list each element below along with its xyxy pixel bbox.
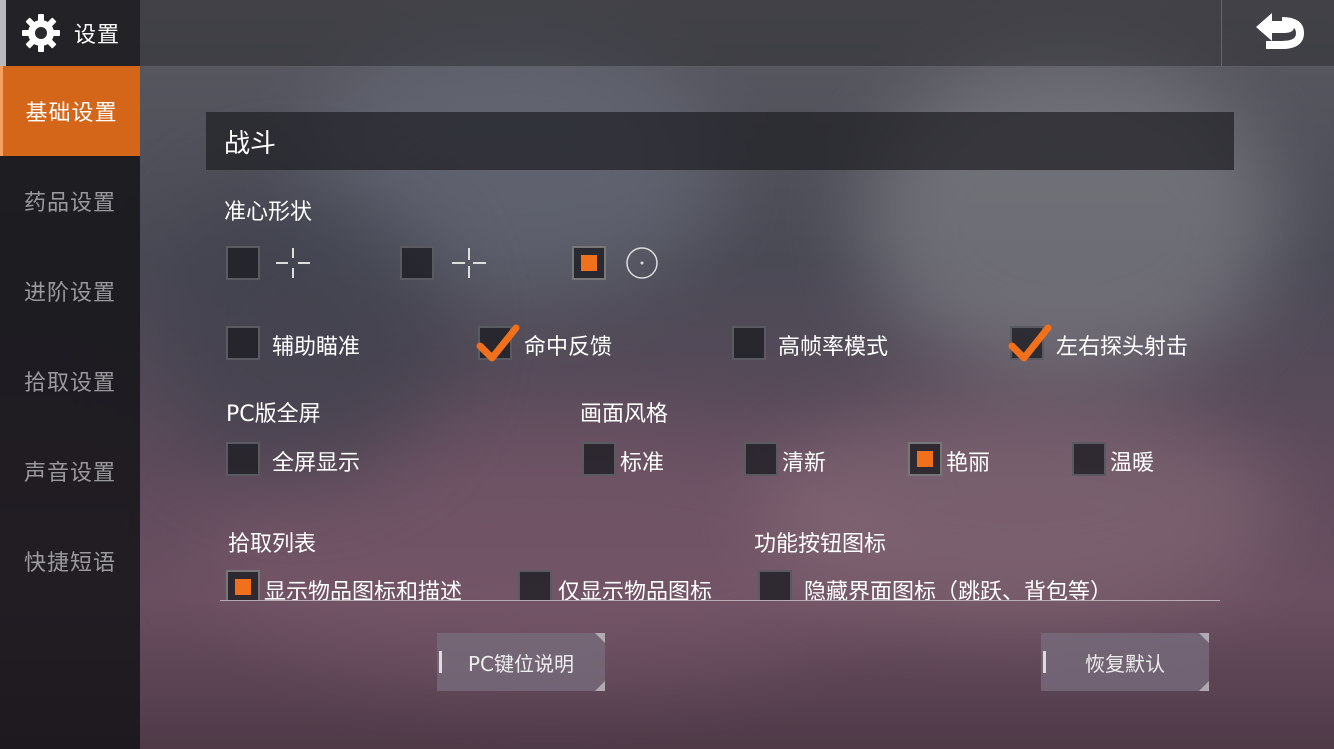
checkmark-icon <box>476 324 520 362</box>
sidebar-item-label: 拾取设置 <box>23 371 116 396</box>
lean-fire-label: 左右探头射击 <box>1056 335 1189 360</box>
settings-sidebar: 基础设置 药品设置 进阶设置 拾取设置 声音设置 快捷短语 <box>0 66 140 749</box>
back-arrow-icon <box>1252 9 1305 57</box>
top-bar: 设置 <box>0 0 1334 67</box>
sidebar-item-label: 声音设置 <box>23 461 116 486</box>
pc-keys-label: PC键位说明 <box>467 651 575 676</box>
function-icons-label: 功能按钮图标 <box>754 532 887 557</box>
settings-content: 战斗 准心形状 辅助瞄准 命中反馈 高帧率模式 左右探头射击 PC版全屏 全屏显… <box>140 66 1334 749</box>
pc-fullscreen-label: PC版全屏 <box>226 402 321 427</box>
style-warm-label: 温暖 <box>1110 451 1155 476</box>
sidebar-item-pickup[interactable]: 拾取设置 <box>0 336 140 426</box>
reset-default-label: 恢复默认 <box>1085 651 1165 676</box>
pickup-icon-only-label: 仅显示物品图标 <box>558 580 713 601</box>
crosshair-option-2-checkbox[interactable] <box>400 246 434 280</box>
high-fps-checkbox[interactable] <box>732 326 766 360</box>
sidebar-item-label: 基础设置 <box>25 101 118 126</box>
aim-assist-label: 辅助瞄准 <box>272 335 361 360</box>
crosshair-option-1-checkbox[interactable] <box>226 246 260 280</box>
sidebar-item-label: 快捷短语 <box>23 551 116 576</box>
sidebar-item-label: 进阶设置 <box>23 281 116 306</box>
sidebar-item-medicine[interactable]: 药品设置 <box>0 156 140 246</box>
pc-keys-button[interactable]: PC键位说明 <box>437 633 605 691</box>
checkmark-icon <box>1008 324 1052 362</box>
style-vivid-checkbox[interactable] <box>908 442 942 476</box>
fullscreen-option-label: 全屏显示 <box>272 451 361 476</box>
style-vivid-label: 艳丽 <box>946 451 991 476</box>
aim-assist-checkbox[interactable] <box>226 326 260 360</box>
gear-icon <box>20 12 62 54</box>
hit-feedback-label: 命中反馈 <box>524 335 613 360</box>
page-title: 设置 <box>74 23 121 48</box>
visual-style-label: 画面风格 <box>580 402 669 427</box>
settings-title-tab: 设置 <box>0 0 140 66</box>
sidebar-item-label: 药品设置 <box>23 191 116 216</box>
style-standard-checkbox[interactable] <box>582 442 616 476</box>
hide-ui-icons-label: 隐藏界面图标（跳跃、背包等） <box>804 580 1113 601</box>
style-warm-checkbox[interactable] <box>1072 442 1106 476</box>
hide-ui-icons-checkbox[interactable] <box>758 570 792 600</box>
crosshair-cross-icon <box>450 246 490 284</box>
fullscreen-checkbox[interactable] <box>226 442 260 476</box>
style-standard-label: 标准 <box>620 451 665 476</box>
pickup-show-icon-desc-label: 显示物品图标和描述 <box>264 580 463 601</box>
settings-scroll-area[interactable]: 显示物品图标和描述 仅显示物品图标 隐藏界面图标（跳跃、背包等） <box>220 566 1220 601</box>
section-title: 战斗 <box>224 128 277 159</box>
pickup-icon-only-checkbox[interactable] <box>518 570 552 600</box>
crosshair-label: 准心形状 <box>224 200 313 225</box>
style-fresh-label: 清新 <box>782 451 827 476</box>
sidebar-item-sound[interactable]: 声音设置 <box>0 426 140 516</box>
crosshair-gap-icon <box>274 246 314 284</box>
pickup-list-label: 拾取列表 <box>228 532 317 557</box>
crosshair-dot-circle-icon <box>624 246 660 284</box>
hit-feedback-checkbox[interactable] <box>476 324 520 362</box>
section-header-combat: 战斗 <box>206 112 1234 170</box>
pickup-show-icon-desc-checkbox[interactable] <box>226 570 260 600</box>
sidebar-item-quick-chat[interactable]: 快捷短语 <box>0 516 140 606</box>
lean-fire-checkbox[interactable] <box>1008 324 1052 362</box>
crosshair-option-3-checkbox[interactable] <box>572 246 606 280</box>
sidebar-item-basic[interactable]: 基础设置 <box>0 66 140 156</box>
style-fresh-checkbox[interactable] <box>744 442 778 476</box>
reset-default-button[interactable]: 恢复默认 <box>1041 633 1209 691</box>
back-button[interactable] <box>1221 0 1334 66</box>
high-fps-label: 高帧率模式 <box>778 335 889 360</box>
sidebar-item-advanced[interactable]: 进阶设置 <box>0 246 140 336</box>
